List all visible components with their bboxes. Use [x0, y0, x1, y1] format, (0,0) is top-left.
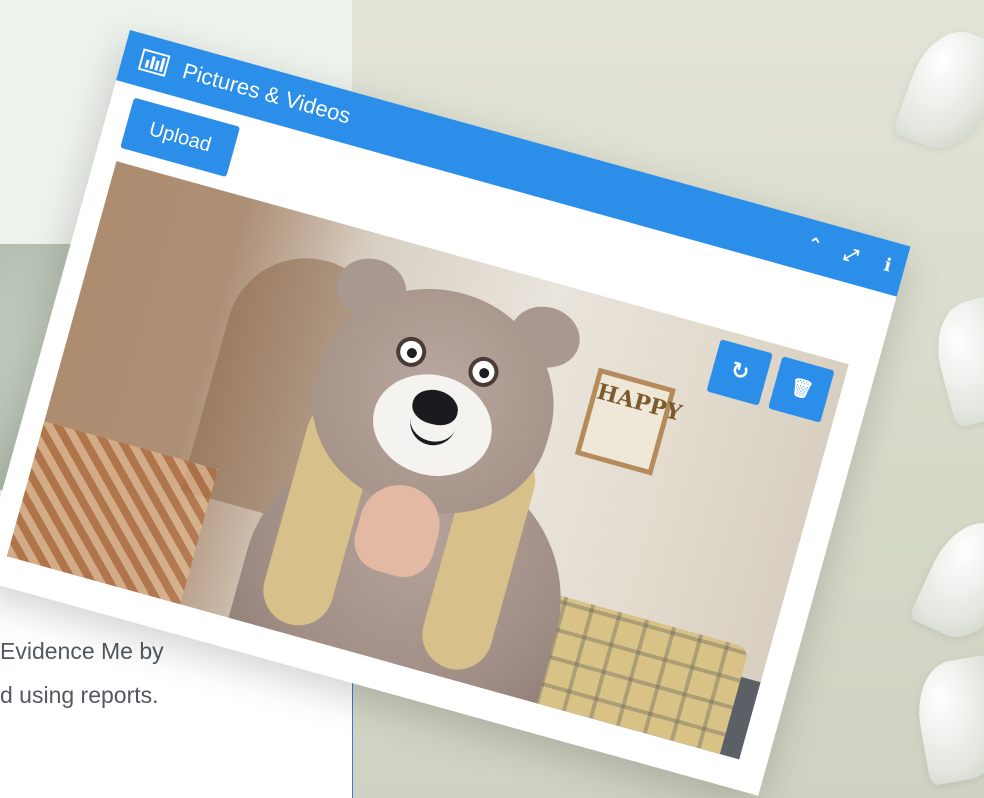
- rotate-icon: ↻: [727, 357, 753, 387]
- background-text-line: d using reports.: [0, 682, 159, 708]
- trash-icon: 🗑: [787, 375, 816, 403]
- info-icon[interactable]: i: [871, 250, 903, 282]
- chevron-up-icon[interactable]: ⌃: [798, 230, 830, 262]
- delete-photo-button[interactable]: 🗑: [768, 356, 835, 423]
- bar-chart-icon: [137, 48, 171, 77]
- background-text-line: Evidence Me by: [0, 638, 164, 664]
- expand-icon[interactable]: ⤢: [835, 240, 867, 272]
- rotate-photo-button[interactable]: ↻: [706, 339, 773, 406]
- photo-wall-frame: HAPPY: [574, 367, 684, 476]
